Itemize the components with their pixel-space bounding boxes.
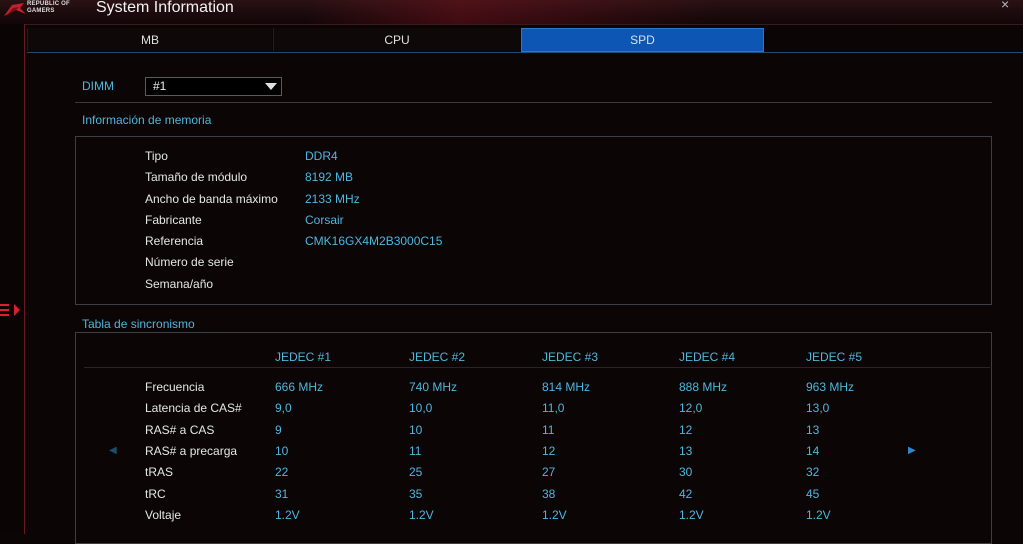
- memory-label-manufacturer: Fabricante: [145, 213, 202, 227]
- next-column-arrow-icon[interactable]: ▶: [908, 445, 916, 456]
- title-bar: REPUBLIC OF GAMERS System Information ×: [0, 0, 1023, 25]
- timing-cell-tras-jedec-1: 22: [275, 465, 289, 479]
- timing-cell-tras-jedec-5: 32: [806, 465, 820, 479]
- timing-cell-ras-precharge-jedec-2: 11: [409, 444, 422, 458]
- table-header-divider: [84, 367, 990, 368]
- timing-cell-trc-jedec-3: 38: [542, 487, 556, 501]
- timing-cell-frequency-jedec-3: 814 MHz: [542, 380, 591, 394]
- timing-cell-voltage-jedec-1: 1.2V: [275, 508, 300, 522]
- timing-cell-tras-jedec-4: 30: [679, 465, 693, 479]
- timing-cell-ras-to-cas-jedec-4: 12: [679, 423, 693, 437]
- timing-cell-ras-precharge-jedec-1: 10: [275, 444, 289, 458]
- tab-cpu[interactable]: CPU: [273, 28, 520, 51]
- timing-table-title: Tabla de sincronismo: [82, 317, 195, 331]
- timing-label-frequency: Frecuencia: [145, 380, 205, 394]
- memory-label-module-size: Tamaño de módulo: [145, 170, 248, 184]
- timing-cell-ras-precharge-jedec-4: 13: [679, 444, 693, 458]
- timing-label-tras: tRAS: [145, 465, 174, 479]
- timing-cell-frequency-jedec-4: 888 MHz: [679, 380, 728, 394]
- brand-line-2: GAMERS: [27, 8, 55, 14]
- timing-cell-voltage-jedec-5: 1.2V: [806, 508, 831, 522]
- timing-cell-cas-latency-jedec-1: 9,0: [275, 401, 292, 415]
- memory-value-part-number: CMK16GX4M2B3000C15: [305, 234, 443, 248]
- memory-value-module-size: 8192 MB: [305, 170, 354, 184]
- timing-cell-trc-jedec-1: 31: [275, 487, 289, 501]
- sidebar: [0, 24, 25, 534]
- timing-cell-ras-to-cas-jedec-5: 13: [806, 423, 820, 437]
- timing-label-cas-latency: Latencia de CAS#: [145, 401, 242, 415]
- previous-column-arrow-icon[interactable]: ◀: [109, 445, 117, 456]
- timing-cell-ras-to-cas-jedec-2: 10: [409, 423, 423, 437]
- memory-label-max-bandwidth: Ancho de banda máximo: [145, 192, 278, 206]
- memory-label-type: Tipo: [145, 149, 168, 163]
- timing-cell-trc-jedec-5: 45: [806, 487, 820, 501]
- timing-cell-voltage-jedec-4: 1.2V: [679, 508, 704, 522]
- dimm-selected-value: #1: [153, 79, 167, 93]
- timing-cell-frequency-jedec-5: 963 MHz: [806, 380, 855, 394]
- timing-cell-voltage-jedec-2: 1.2V: [409, 508, 434, 522]
- timing-cell-ras-precharge-jedec-5: 14: [806, 444, 820, 458]
- timing-cell-cas-latency-jedec-4: 12,0: [679, 401, 703, 415]
- memory-label-part-number: Referencia: [145, 234, 204, 248]
- memory-value-manufacturer: Corsair: [305, 213, 344, 227]
- brand-line-1: REPUBLIC OF: [27, 1, 70, 7]
- timing-label-ras-precharge: RAS# a precarga: [145, 444, 238, 458]
- column-header-jedec-1: JEDEC #1: [275, 350, 332, 364]
- timing-label-trc: tRC: [145, 487, 166, 501]
- memory-value-max-bandwidth: 2133 MHz: [305, 192, 360, 206]
- timing-cell-cas-latency-jedec-2: 10,0: [409, 401, 433, 415]
- dimm-label: DIMM: [82, 79, 114, 93]
- column-header-jedec-3: JEDEC #3: [542, 350, 599, 364]
- tab-spd[interactable]: SPD: [521, 28, 764, 52]
- timing-cell-frequency-jedec-1: 666 MHz: [275, 380, 324, 394]
- column-header-jedec-4: JEDEC #4: [679, 350, 736, 364]
- memory-value-type: DDR4: [305, 149, 338, 163]
- column-header-jedec-2: JEDEC #2: [409, 350, 466, 364]
- memory-label-week-year: Semana/año: [145, 277, 214, 291]
- brand-text: REPUBLIC OF GAMERS: [27, 1, 70, 15]
- timing-cell-ras-to-cas-jedec-1: 9: [275, 423, 282, 437]
- timing-label-voltage: Voltaje: [145, 508, 182, 522]
- tab-bar: MB CPU SPD: [27, 28, 1023, 53]
- tab-mb[interactable]: MB: [27, 28, 272, 51]
- window-title: System Information: [96, 0, 234, 16]
- timing-cell-cas-latency-jedec-5: 13,0: [806, 401, 830, 415]
- timing-cell-tras-jedec-3: 27: [542, 465, 556, 479]
- close-button[interactable]: ×: [1001, 0, 1009, 12]
- timing-cell-frequency-jedec-2: 740 MHz: [409, 380, 458, 394]
- dimm-select[interactable]: #1: [145, 77, 282, 96]
- timing-cell-cas-latency-jedec-3: 11,0: [542, 401, 565, 415]
- memory-info-title: Información de memoria: [82, 113, 212, 127]
- divider: [75, 102, 992, 103]
- timing-cell-trc-jedec-4: 42: [679, 487, 693, 501]
- timing-cell-voltage-jedec-3: 1.2V: [542, 508, 567, 522]
- memory-label-serial: Número de serie: [145, 255, 234, 269]
- timing-cell-ras-to-cas-jedec-3: 11: [542, 423, 555, 437]
- timing-label-ras-to-cas: RAS# a CAS: [145, 423, 215, 437]
- menu-expand-icon[interactable]: [0, 302, 22, 322]
- column-header-jedec-5: JEDEC #5: [806, 350, 863, 364]
- chevron-down-icon: [265, 83, 277, 90]
- timing-cell-tras-jedec-2: 25: [409, 465, 423, 479]
- timing-cell-ras-precharge-jedec-3: 12: [542, 444, 556, 458]
- timing-cell-trc-jedec-2: 35: [409, 487, 423, 501]
